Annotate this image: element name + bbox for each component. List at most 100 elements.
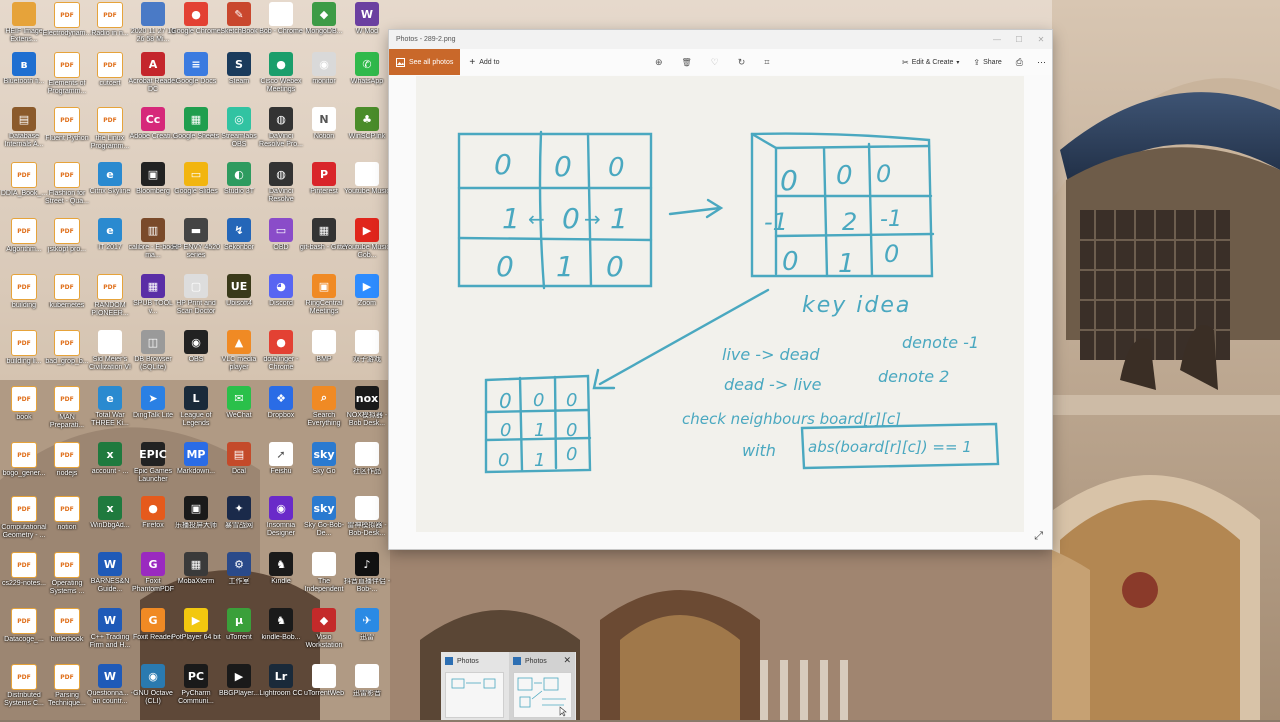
- app-icon: ◆: [312, 2, 336, 26]
- edit-create-button[interactable]: ✂ Edit & Create ▾: [902, 58, 959, 67]
- app-icon: [269, 2, 293, 26]
- note-line-2: dead -> live: [724, 375, 822, 394]
- app-icon: ❖: [269, 386, 293, 410]
- desktop-icon[interactable]: ♪ 抖音直播伴侣 - Bob-...: [342, 552, 392, 606]
- grid1-cell: 0: [496, 250, 514, 283]
- app-icon: ✈: [355, 608, 379, 632]
- desktop-icon[interactable]: 社区作品: [342, 442, 392, 496]
- app-icon: ▭: [269, 218, 293, 242]
- photos-window: Photos - 289-2.png — ☐ ✕ See all photos …: [389, 30, 1052, 549]
- grid3-cell: 0: [499, 389, 512, 413]
- desktop-icon[interactable]: ✈ 迅雷: [342, 608, 392, 662]
- desktop-icon[interactable]: nox NOX模拟器 - Bob Desk...: [342, 386, 392, 440]
- app-icon: ♞: [269, 608, 293, 632]
- app-icon: [355, 162, 379, 186]
- app-icon: PDF: [54, 2, 80, 28]
- grid1-arrow-right: →: [584, 207, 601, 231]
- rotate-icon[interactable]: ↻: [738, 57, 746, 68]
- desktop-icon[interactable]: W W Mod: [342, 2, 392, 56]
- app-icon: ◆: [312, 608, 336, 632]
- note-line-3: check neighbours board[r][c]: [682, 410, 901, 428]
- photo-canvas: 0 0 0 1 ← 0 → 1 0 1 0 0 0 0 -1 2 -1 0 1: [416, 76, 1024, 532]
- edit-create-label: Edit & Create: [911, 58, 954, 66]
- app-icon: ≡: [184, 52, 208, 76]
- app-icon: sky: [312, 442, 336, 466]
- add-to-button[interactable]: + Add to: [469, 57, 499, 68]
- app-icon: ♞: [269, 552, 293, 576]
- delete-icon[interactable]: 🗑: [682, 58, 692, 67]
- app-icon: ʙ: [12, 52, 36, 76]
- app-icon: ▢: [184, 274, 208, 298]
- app-icon: ✎: [227, 2, 251, 26]
- maximize-button[interactable]: ☐: [1008, 35, 1030, 44]
- key-idea-text: key idea: [802, 293, 911, 318]
- app-icon: Lr: [269, 664, 293, 688]
- app-icon: PDF: [54, 386, 80, 412]
- grid1-cell: 0: [608, 153, 625, 183]
- app-icon: PDF: [97, 107, 123, 133]
- app-icon: G: [141, 552, 165, 576]
- desktop-icon-label: 抖音直播伴侣 - Bob-...: [343, 578, 391, 593]
- app-icon: PDF: [54, 52, 80, 78]
- desktop-icon[interactable]: ♣ WinSCP.lnk: [342, 107, 392, 161]
- print-icon[interactable]: ⎙: [1016, 57, 1023, 68]
- more-options-icon[interactable]: ⋯: [1037, 57, 1046, 68]
- grid1-cell: 1: [610, 202, 628, 235]
- close-thumbnail-icon[interactable]: ✕: [563, 655, 571, 666]
- app-icon: ▶: [355, 274, 379, 298]
- app-icon: [355, 442, 379, 466]
- app-icon: W: [98, 664, 122, 688]
- zoom-icon[interactable]: ⊕: [655, 57, 663, 68]
- grid3-cell: 1: [534, 420, 545, 441]
- desktop-icon[interactable]: Youtube Music: [342, 162, 392, 216]
- expand-icon[interactable]: ⤢: [1034, 530, 1043, 543]
- desktop-icon[interactable]: 迅雷影音: [342, 664, 392, 718]
- photos-toolbar: See all photos + Add to ⊕ 🗑 ♡ ↻ ⌗ ✂ Edit…: [389, 49, 1052, 75]
- thumbnail-label: Photos: [525, 657, 547, 665]
- app-icon: PDF: [11, 442, 37, 468]
- desktop-icon-label: 双子游戏: [353, 356, 381, 363]
- taskbar-thumbnail-preview: Photos Photos ✕: [441, 652, 576, 720]
- grid3-cell: 0: [566, 444, 577, 465]
- close-button[interactable]: ✕: [1030, 35, 1052, 44]
- app-icon: ⌕: [312, 386, 336, 410]
- app-icon: PDF: [11, 608, 37, 634]
- app-icon: [355, 330, 379, 354]
- desktop-icon[interactable]: 双子游戏: [342, 330, 392, 384]
- app-icon: ◐: [227, 162, 251, 186]
- note-line-2-denote: denote 2: [878, 367, 949, 386]
- desktop-icon[interactable]: 雷神模拟器 -Bob-Desk...: [342, 496, 392, 550]
- grid1-cell: 0: [494, 148, 512, 181]
- grid2-cell: 1: [838, 249, 855, 279]
- add-to-label: Add to: [479, 58, 500, 66]
- see-all-photos-button[interactable]: See all photos: [389, 49, 461, 75]
- crop-icon[interactable]: ⌗: [764, 57, 769, 68]
- app-icon: W: [98, 608, 122, 632]
- app-icon: ↯: [227, 218, 251, 242]
- app-icon: e: [98, 386, 122, 410]
- minimize-button[interactable]: —: [986, 35, 1008, 44]
- app-icon: [312, 552, 336, 576]
- app-icon: ✦: [227, 496, 251, 520]
- desktop-icon[interactable]: ▶ Zoom: [342, 274, 392, 328]
- share-button[interactable]: ⇪ Share: [973, 58, 1001, 67]
- app-icon: ▥: [141, 218, 165, 242]
- photos-thumbnail-2[interactable]: Photos ✕: [509, 652, 575, 720]
- app-icon: ●: [141, 496, 165, 520]
- desktop-icon[interactable]: ▶ Youtube Music Gob...: [342, 218, 392, 272]
- app-icon: x: [98, 442, 122, 466]
- app-icon: PDF: [11, 552, 37, 578]
- app-icon: ◉: [269, 496, 293, 520]
- note-line-4-boxed: abs(board[r][c]) == 1: [808, 438, 972, 456]
- app-icon: G: [141, 608, 165, 632]
- window-titlebar[interactable]: Photos - 289-2.png — ☐ ✕: [389, 30, 1052, 49]
- desktop-icon[interactable]: ✆ WhatsApp: [342, 52, 392, 106]
- photos-thumbnail-1[interactable]: Photos: [441, 652, 507, 720]
- grid2-cell: 0: [782, 247, 799, 277]
- favorite-icon[interactable]: ♡: [711, 57, 719, 68]
- app-icon: UE: [227, 274, 251, 298]
- app-icon: EPIC: [139, 442, 167, 466]
- app-icon: PDF: [97, 2, 123, 28]
- app-icon: ✆: [355, 52, 379, 76]
- photos-app-icon: [513, 657, 521, 665]
